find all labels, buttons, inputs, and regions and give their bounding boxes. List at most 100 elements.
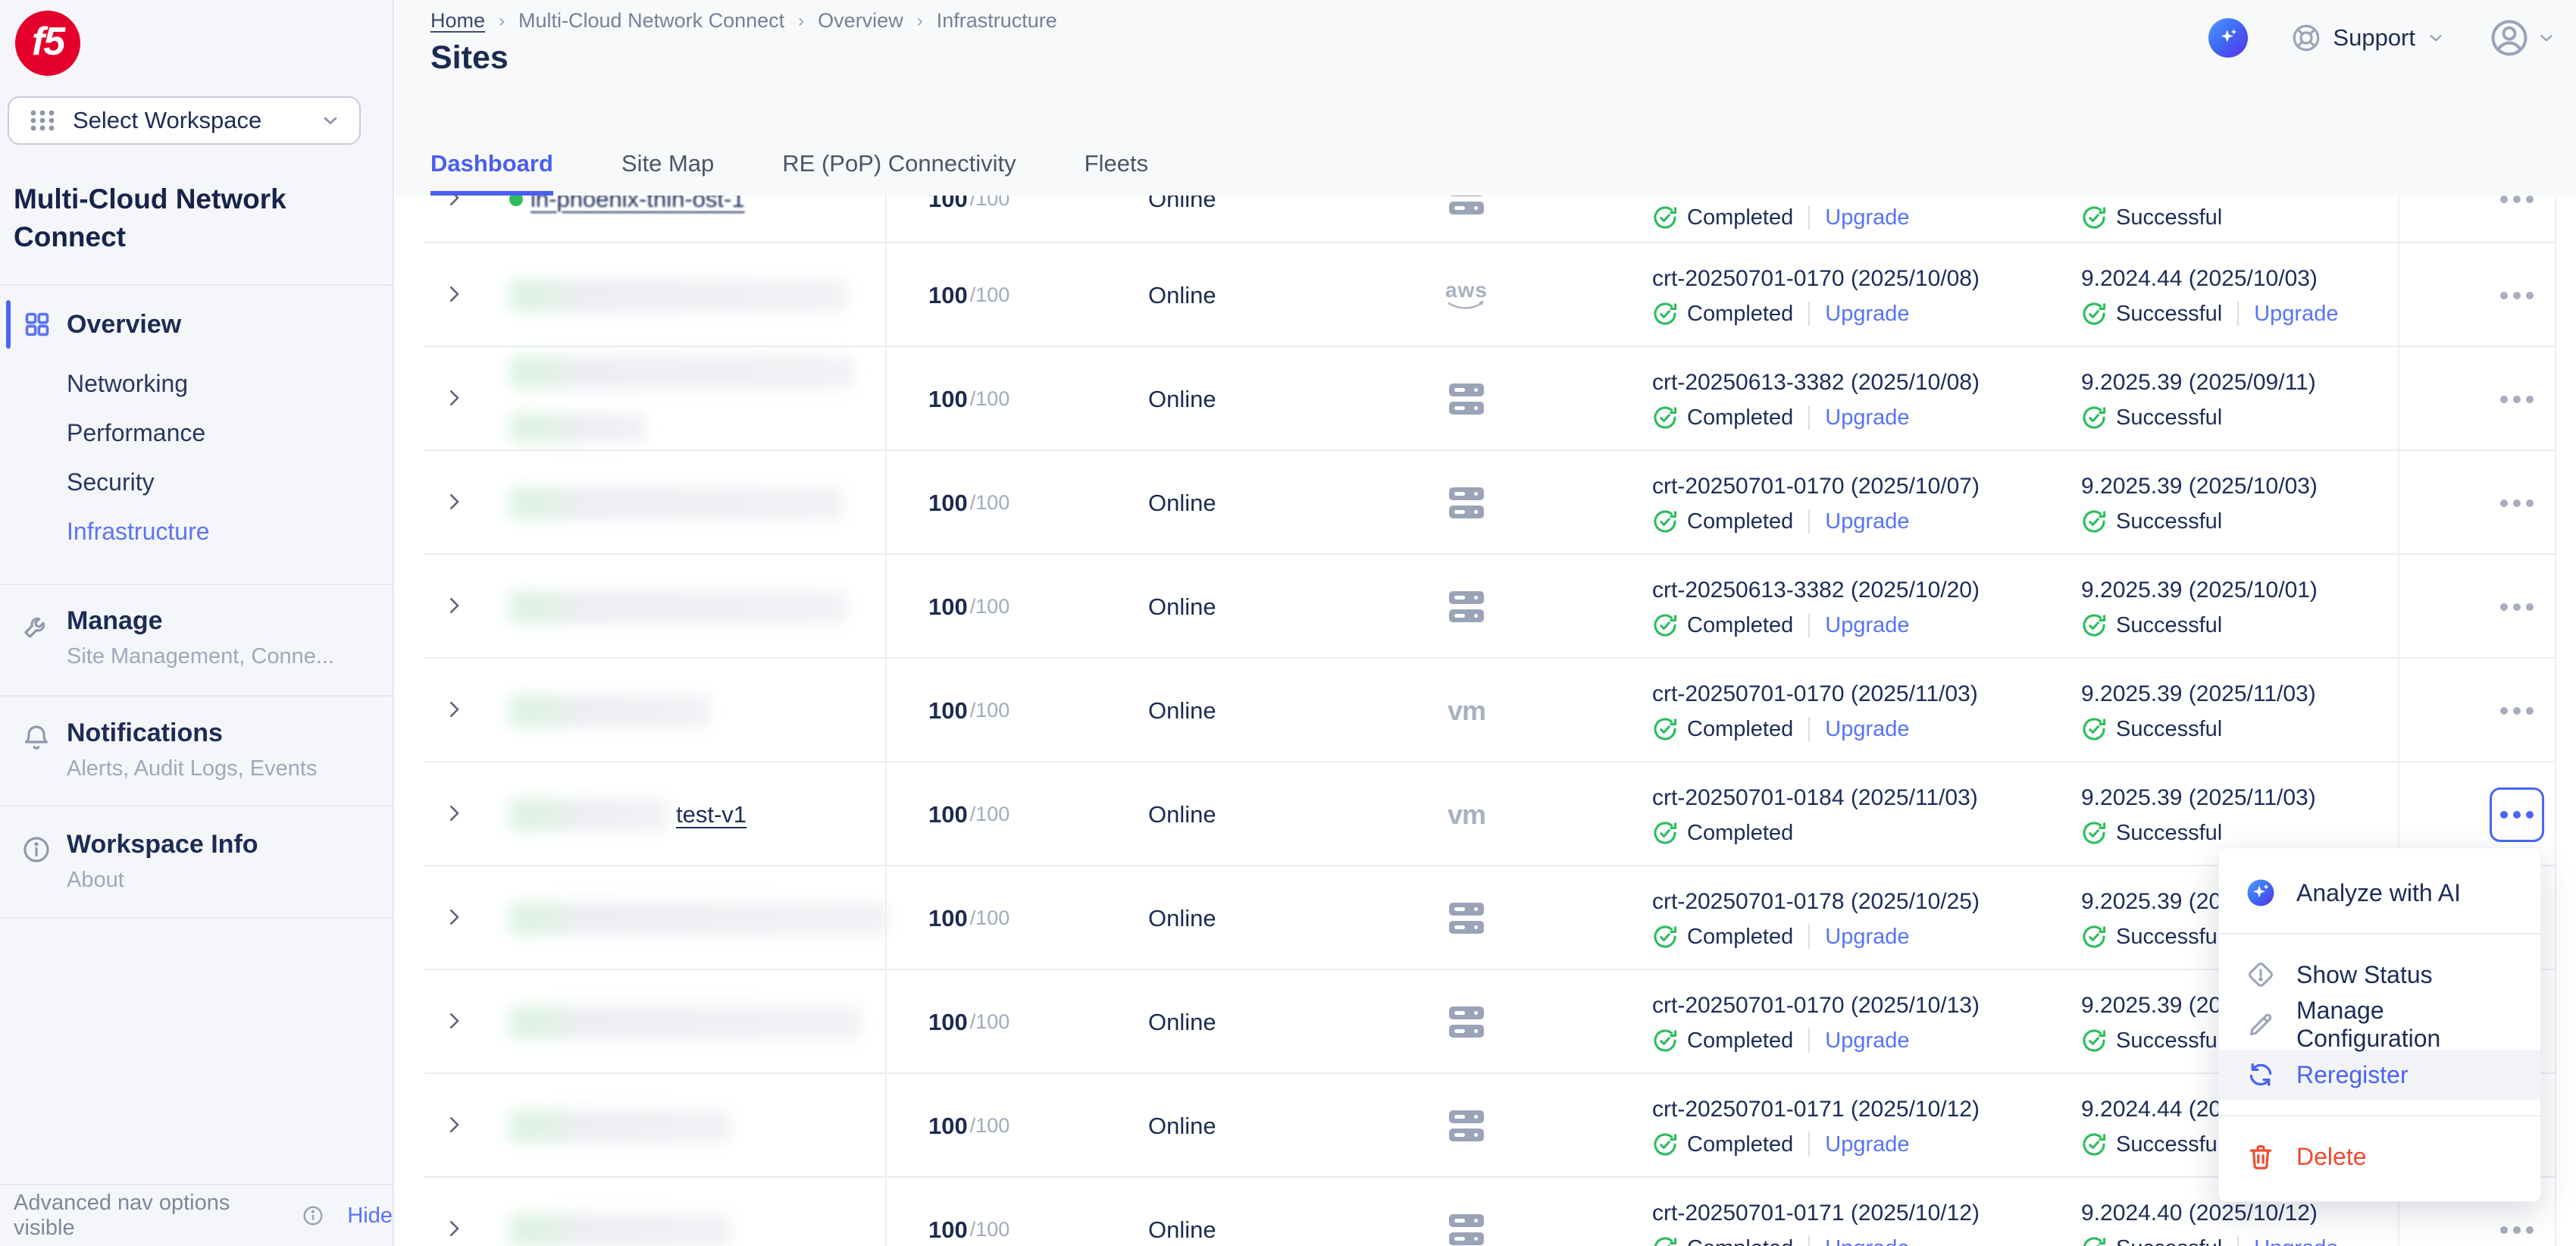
hide-advanced-nav-link[interactable]: Hide bbox=[347, 1204, 393, 1229]
chevron-down-icon bbox=[2426, 28, 2446, 48]
support-menu[interactable]: Support bbox=[2290, 22, 2446, 54]
row-actions-button[interactable] bbox=[2490, 684, 2544, 738]
row-expand-chevron[interactable] bbox=[443, 1217, 465, 1240]
breadcrumb-item[interactable]: Overview bbox=[818, 9, 903, 33]
sidebar-item-infrastructure[interactable]: Infrastructure bbox=[67, 518, 385, 546]
divider bbox=[0, 805, 393, 806]
os-status: Successful bbox=[2116, 205, 2222, 230]
redacted-site-name bbox=[509, 590, 847, 624]
os-status: Successful bbox=[2116, 302, 2222, 327]
os-version-cell: 9.2025.39 (2025/10/03) Successful bbox=[2081, 451, 2475, 555]
software-upgrade-link[interactable]: Upgrade bbox=[1825, 1236, 1909, 1246]
os-upgrade-link[interactable]: Upgrade bbox=[2254, 302, 2338, 327]
tab-bar: Dashboard Site Map RE (PoP) Connectivity… bbox=[430, 150, 1148, 196]
software-upgrade-link[interactable]: Upgrade bbox=[1825, 717, 1909, 742]
site-status-cell: Online bbox=[1148, 243, 1216, 347]
row-expand-chevron[interactable] bbox=[443, 490, 465, 513]
user-menu[interactable] bbox=[2488, 17, 2556, 59]
f5-logo: f5 bbox=[15, 11, 80, 76]
sidebar-section-label[interactable]: Workspace Info bbox=[67, 830, 258, 859]
software-status: Completed bbox=[1687, 613, 1793, 638]
breadcrumb-item: Infrastructure bbox=[937, 9, 1057, 33]
row-expand-chevron[interactable] bbox=[443, 906, 465, 928]
advanced-nav-text: Advanced nav options visible bbox=[14, 1191, 290, 1241]
menu-item-label: Show Status bbox=[2296, 961, 2433, 989]
tab-dashboard[interactable]: Dashboard bbox=[430, 150, 553, 196]
site-name-link[interactable]: test-v1 bbox=[676, 801, 747, 828]
redacted-site-name-line2 bbox=[509, 412, 646, 443]
software-upgrade-link[interactable]: Upgrade bbox=[1825, 613, 1909, 638]
software-upgrade-link[interactable]: Upgrade bbox=[1825, 405, 1909, 430]
redacted-site-name bbox=[509, 902, 888, 935]
breadcrumb-home-link[interactable]: Home bbox=[430, 9, 485, 33]
sidebar-section-desc: Alerts, Audit Logs, Events bbox=[67, 756, 317, 781]
provider-cell bbox=[1432, 555, 1501, 659]
ai-assistant-button[interactable] bbox=[2208, 18, 2248, 58]
nodes-cell: 100/100 bbox=[928, 866, 1009, 970]
site-status-cell: Online bbox=[1148, 347, 1216, 451]
row-actions-button[interactable] bbox=[2490, 787, 2544, 842]
software-upgrade-link[interactable]: Upgrade bbox=[1825, 1028, 1909, 1053]
sidebar-section-label[interactable]: Manage bbox=[67, 606, 163, 636]
tab-fleets[interactable]: Fleets bbox=[1085, 150, 1148, 196]
row-expand-chevron[interactable] bbox=[443, 802, 465, 825]
row-actions-button[interactable] bbox=[2490, 476, 2544, 531]
redacted-site-name bbox=[509, 355, 854, 389]
menu-item-show-status[interactable]: Show Status bbox=[2219, 950, 2540, 1000]
sidebar-item-overview[interactable]: Overview bbox=[0, 297, 393, 352]
row-expand-chevron[interactable] bbox=[443, 698, 465, 721]
row-actions-button[interactable] bbox=[2490, 1203, 2544, 1246]
os-version: 9.2024.44 (20 bbox=[2081, 1097, 2221, 1122]
sidebar-item-security[interactable]: Security bbox=[67, 468, 155, 496]
sidebar-item-performance[interactable]: Performance bbox=[67, 419, 205, 447]
row-actions-button[interactable] bbox=[2490, 372, 2544, 427]
row-expand-chevron[interactable] bbox=[443, 1010, 465, 1032]
site-status-cell: Online bbox=[1148, 555, 1216, 659]
row-expand-chevron[interactable] bbox=[443, 594, 465, 617]
row-actions-button[interactable] bbox=[2490, 268, 2544, 323]
software-version: crt-20250701-0184 (2025/11/03) bbox=[1652, 785, 1978, 811]
menu-item-delete[interactable]: Delete bbox=[2219, 1132, 2540, 1182]
software-upgrade-link[interactable]: Upgrade bbox=[1825, 302, 1909, 327]
os-upgrade-link[interactable]: Upgrade bbox=[2254, 1236, 2338, 1246]
divider bbox=[2237, 1236, 2239, 1246]
menu-item-reregister[interactable]: Reregister bbox=[2219, 1050, 2540, 1100]
software-status: Completed bbox=[1687, 405, 1793, 430]
software-upgrade-link[interactable]: Upgrade bbox=[1825, 205, 1909, 230]
divider bbox=[1808, 1028, 1810, 1053]
divider bbox=[1808, 717, 1810, 741]
os-version: 9.2025.39 (20 bbox=[2081, 889, 2221, 915]
hardware-site-icon bbox=[1449, 487, 1484, 518]
topbar: Home › Multi-Cloud Network Connect › Ove… bbox=[396, 0, 2576, 196]
row-expand-chevron[interactable] bbox=[443, 196, 465, 209]
workspace-grid-icon bbox=[27, 105, 58, 136]
software-upgrade-link[interactable]: Upgrade bbox=[1825, 925, 1909, 950]
breadcrumb: Home › Multi-Cloud Network Connect › Ove… bbox=[430, 9, 1057, 33]
software-version: crt-20250701-0178 (2025/10/25) bbox=[1652, 889, 1980, 915]
tab-site-map[interactable]: Site Map bbox=[621, 150, 714, 196]
site-name-link[interactable]: in-phoenix-thin-ost-1 bbox=[531, 196, 745, 213]
nodes-cell: 100/100 bbox=[928, 451, 1009, 555]
row-actions-button[interactable] bbox=[2490, 580, 2544, 634]
os-status: Successful bbox=[2116, 717, 2222, 742]
row-actions-button[interactable] bbox=[2490, 196, 2544, 227]
row-expand-chevron[interactable] bbox=[443, 1113, 465, 1136]
os-version: 9.2025.39 (2025/11/03) bbox=[2081, 681, 2316, 707]
sidebar-item-networking[interactable]: Networking bbox=[67, 370, 188, 398]
menu-item-label: Delete bbox=[2296, 1143, 2367, 1171]
info-icon bbox=[21, 834, 52, 865]
software-status: Completed bbox=[1687, 717, 1793, 742]
software-version-cell: crt-20250701-0170 (2025/10/07) Completed… bbox=[1652, 451, 2107, 555]
row-expand-chevron[interactable] bbox=[443, 387, 465, 409]
menu-item-analyze-with-ai[interactable]: Analyze with AI bbox=[2219, 868, 2540, 918]
breadcrumb-item[interactable]: Multi-Cloud Network Connect bbox=[518, 9, 784, 33]
workspace-selector[interactable]: Select Workspace bbox=[8, 96, 361, 145]
sidebar-section-label[interactable]: Notifications bbox=[67, 718, 223, 748]
software-upgrade-link[interactable]: Upgrade bbox=[1825, 509, 1909, 534]
hardware-site-icon bbox=[1449, 196, 1484, 214]
row-expand-chevron[interactable] bbox=[443, 283, 465, 305]
menu-divider bbox=[2219, 933, 2540, 934]
software-upgrade-link[interactable]: Upgrade bbox=[1825, 1132, 1909, 1157]
menu-item-manage-configuration[interactable]: Manage Configuration bbox=[2219, 1000, 2540, 1050]
tab-re-pop-connectivity[interactable]: RE (PoP) Connectivity bbox=[782, 150, 1016, 196]
